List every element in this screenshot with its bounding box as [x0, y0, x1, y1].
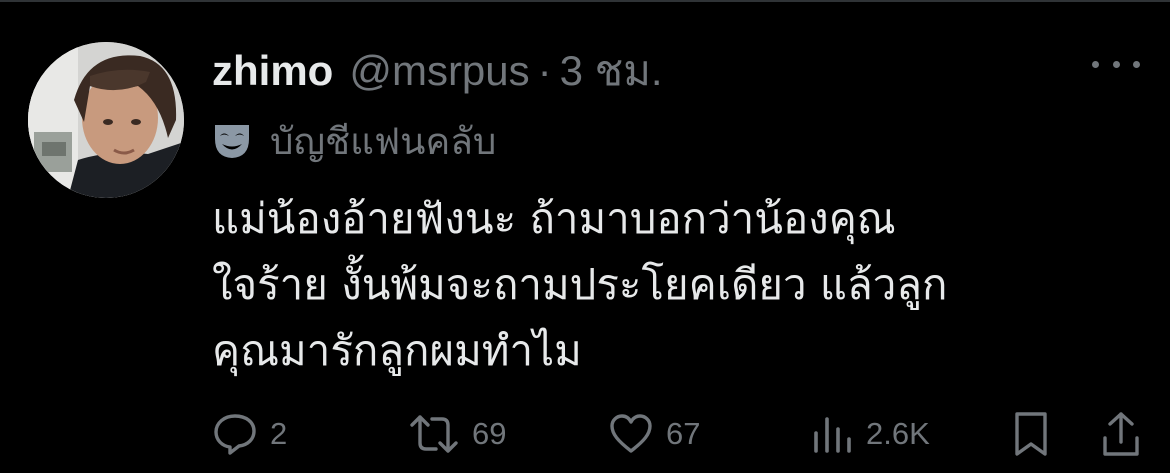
user-handle[interactable]: @msrpus	[349, 47, 529, 95]
share-button[interactable]	[1100, 406, 1142, 462]
heart-icon	[610, 414, 652, 453]
reply-count: 2	[270, 416, 288, 451]
retweet-button[interactable]: 69	[408, 406, 506, 462]
account-label[interactable]: บัญชีแฟนคลับ	[212, 112, 496, 170]
top-divider	[0, 0, 1170, 2]
bookmark-button[interactable]	[1012, 406, 1050, 462]
reply-button[interactable]: 2	[212, 406, 287, 462]
tweet-text-line: แม่น้องอ้ายฟังนะ ถ้ามาบอกว่าน้องคุณ	[212, 194, 896, 243]
more-dot-icon	[1112, 60, 1120, 68]
retweet-count: 69	[472, 416, 507, 451]
timestamp[interactable]: 3 ชม.	[560, 38, 663, 104]
avatar[interactable]	[28, 42, 184, 198]
bookmark-icon	[1015, 412, 1047, 456]
share-icon	[1103, 412, 1139, 456]
views-icon	[814, 417, 851, 453]
avatar-image	[28, 42, 184, 198]
theater-mask-icon	[215, 125, 249, 158]
tweet-header: zhimo @msrpus · 3 ชม.	[212, 44, 663, 98]
more-dot-icon	[1092, 60, 1099, 68]
views-count: 2.6K	[866, 416, 930, 451]
separator-dot: ·	[537, 47, 552, 94]
reply-icon	[214, 414, 256, 455]
tweet-text-line: คุณมารักลูกผมทำไม	[212, 326, 582, 375]
views-button[interactable]: 2.6K	[810, 406, 930, 462]
like-count: 67	[666, 416, 701, 451]
retweet-icon	[410, 415, 458, 453]
display-name[interactable]: zhimo	[212, 47, 333, 95]
tweet-text-line: ใจร้าย งั้นพ้มจะถามประโยคเดียว แล้วลูก	[212, 260, 948, 309]
more-dot-icon	[1133, 60, 1140, 68]
fan-account-label: บัญชีแฟนคลับ	[270, 119, 497, 163]
action-bar: 2 69 67 2.6K	[212, 406, 1142, 462]
tweet-text: แม่น้องอ้ายฟังนะ ถ้ามาบอกว่าน้องคุณ ใจร้…	[212, 186, 1152, 384]
more-options-button[interactable]	[1092, 52, 1140, 76]
like-button[interactable]: 67	[608, 406, 700, 462]
